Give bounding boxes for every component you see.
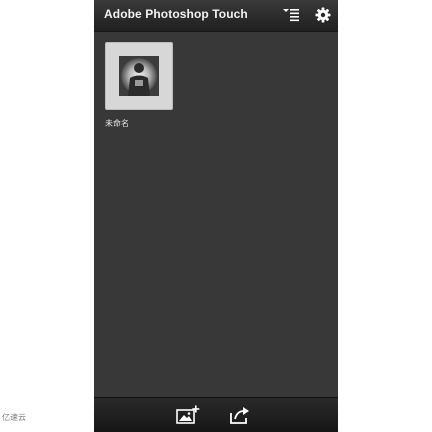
photo-thumbnail — [119, 56, 159, 96]
share-icon — [230, 407, 249, 424]
bottom-toolbar — [94, 397, 338, 432]
app-window: Adobe Photoshop Touch 未命名 — [94, 0, 338, 432]
project-item[interactable]: 未命名 — [105, 42, 173, 129]
project-thumbnail — [105, 42, 173, 110]
gear-icon — [315, 7, 331, 23]
app-title: Adobe Photoshop Touch — [104, 7, 248, 21]
top-bar: Adobe Photoshop Touch — [94, 0, 338, 32]
watermark-text: 亿速云 — [2, 413, 26, 422]
sort-list-icon — [283, 9, 299, 22]
watermark: 亿速云 — [2, 412, 26, 423]
add-image-button[interactable] — [176, 404, 200, 426]
add-image-icon — [176, 405, 200, 424]
share-button[interactable] — [228, 404, 252, 426]
page: Adobe Photoshop Touch 未命名 亿速云 — [0, 0, 432, 432]
sort-button[interactable] — [280, 4, 302, 26]
settings-button[interactable] — [312, 4, 334, 26]
project-name: 未命名 — [105, 119, 129, 128]
